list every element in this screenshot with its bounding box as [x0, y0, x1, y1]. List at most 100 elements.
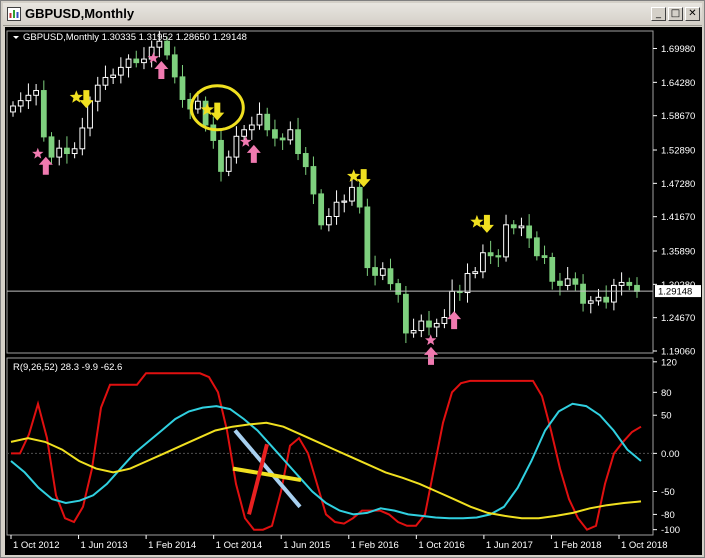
candle-body [587, 300, 594, 304]
maximize-button[interactable]: □ [668, 7, 683, 21]
candle-body [40, 90, 47, 138]
buy-arrow-icon [246, 144, 261, 163]
time-tick-label: 1 Jun 2015 [283, 540, 330, 551]
candle-body [403, 293, 409, 334]
candle-body [164, 40, 170, 56]
candle-body [611, 284, 617, 303]
candle-body [264, 113, 271, 131]
candle-body [364, 206, 371, 269]
buy-arrow-icon [447, 311, 462, 330]
candle-body [441, 316, 448, 324]
candle-body [557, 280, 563, 286]
candle-body [256, 113, 263, 126]
chart-canvas[interactable]: 1.69980 1.64280 1.58670 1.52890 1.47280 1.416… [5, 27, 702, 555]
candle-body [487, 252, 494, 257]
candle-body [17, 100, 24, 107]
candle-body [248, 124, 255, 131]
time-tick-label: 1 Feb 2018 [553, 540, 601, 551]
candle-body [79, 127, 86, 150]
candle-body [372, 267, 378, 276]
candle-body [510, 224, 517, 229]
candle-body [634, 284, 640, 292]
candle-body [387, 268, 394, 285]
sell-arrow-icon [356, 169, 371, 188]
candle-body [518, 225, 525, 229]
buy-arrow-icon [154, 61, 169, 80]
indicator-tick-label: 80 [661, 388, 672, 399]
indicator-series-line [10, 402, 642, 520]
candle-body [325, 215, 332, 226]
candle-body [241, 129, 247, 137]
candle-body [472, 271, 479, 275]
chart-area[interactable]: 1.69980 1.64280 1.58670 1.52890 1.47280 1.416… [5, 27, 702, 555]
candle-body [218, 139, 224, 172]
window-title: GBPUSD,Monthly [25, 6, 135, 21]
candle-body [395, 283, 402, 295]
candle-body [179, 76, 186, 100]
candle-body [56, 147, 63, 158]
time-tick-label: 1 Oct 2016 [418, 540, 464, 551]
candle-body [480, 252, 486, 273]
candle-body [572, 278, 579, 285]
price-tick-label: 1.69980 [661, 44, 695, 55]
candle-body [580, 283, 586, 304]
pink-star-icon [240, 135, 252, 147]
candle-body [110, 74, 117, 78]
buy-arrow-icon [424, 346, 438, 365]
candle-body [125, 58, 132, 68]
indicator-tick-label: 50 [661, 411, 672, 422]
candle-body [526, 225, 533, 239]
candle-body [64, 147, 70, 155]
indicator-tick-label: 120 [661, 357, 677, 368]
current-price-label: 1.29148 [658, 287, 692, 298]
candle-body [418, 320, 425, 332]
indicator-tick-label: -100 [661, 525, 680, 536]
candle-body [549, 256, 556, 282]
candle-body [318, 193, 325, 226]
time-tick-label: 1 Jun 2017 [486, 540, 533, 551]
price-tick-label: 1.19060 [661, 347, 695, 358]
candle-body [426, 320, 432, 328]
indicator-tick-label: -80 [661, 510, 675, 521]
candle-body [102, 76, 109, 86]
candle-body [141, 58, 147, 64]
price-tick-label: 1.64280 [661, 78, 695, 89]
candle-body [195, 100, 201, 110]
buy-arrow-icon [38, 156, 53, 175]
indicator-tick-label: 0.00 [661, 449, 680, 460]
candle-body [10, 105, 16, 113]
minimize-button[interactable]: _ [651, 7, 666, 21]
candle-body [71, 148, 78, 155]
candle-body [117, 66, 124, 76]
sell-arrow-icon [479, 214, 494, 233]
candle-body [495, 255, 502, 258]
candle-body [618, 281, 625, 286]
candle-body [279, 137, 286, 141]
candle-body [310, 166, 317, 195]
candle-body [541, 255, 548, 258]
candle-body [225, 156, 232, 172]
candle-body [25, 94, 32, 102]
candle-body [464, 273, 471, 294]
indicator-pane: 120 80 50 0.00 -50 -80 -100 R(9,26,52) 28.3 -9.… [6, 357, 680, 536]
candle-body [433, 322, 440, 328]
price-header: GBPUSD,Monthly 1.30335 1.31952 1.28650 1… [23, 32, 247, 43]
candle-body [379, 268, 386, 276]
close-button[interactable]: ✕ [685, 7, 700, 21]
candle-body [410, 330, 417, 334]
price-pane: 1.69980 1.64280 1.58670 1.52890 1.47280 1.416… [6, 30, 701, 365]
indicator-header: R(9,26,52) 28.3 -9.9 -62.6 [13, 362, 122, 373]
price-tick-label: 1.58670 [661, 111, 695, 122]
title-bar[interactable]: GBPUSD,Monthly _ □ ✕ [3, 3, 702, 26]
chart-window-icon [7, 7, 21, 21]
price-tick-label: 1.47280 [661, 179, 695, 190]
pink-star-icon [32, 147, 44, 159]
time-tick-label: 1 Feb 2014 [148, 540, 196, 551]
indicator-series-line [11, 372, 642, 531]
candle-body [210, 124, 217, 141]
time-tick-label: 1 Jun 2013 [81, 540, 128, 551]
candle-body [356, 186, 363, 208]
time-tick-label: 1 Feb 2016 [351, 540, 399, 551]
candle-body [33, 90, 39, 96]
candle-body [272, 129, 278, 139]
